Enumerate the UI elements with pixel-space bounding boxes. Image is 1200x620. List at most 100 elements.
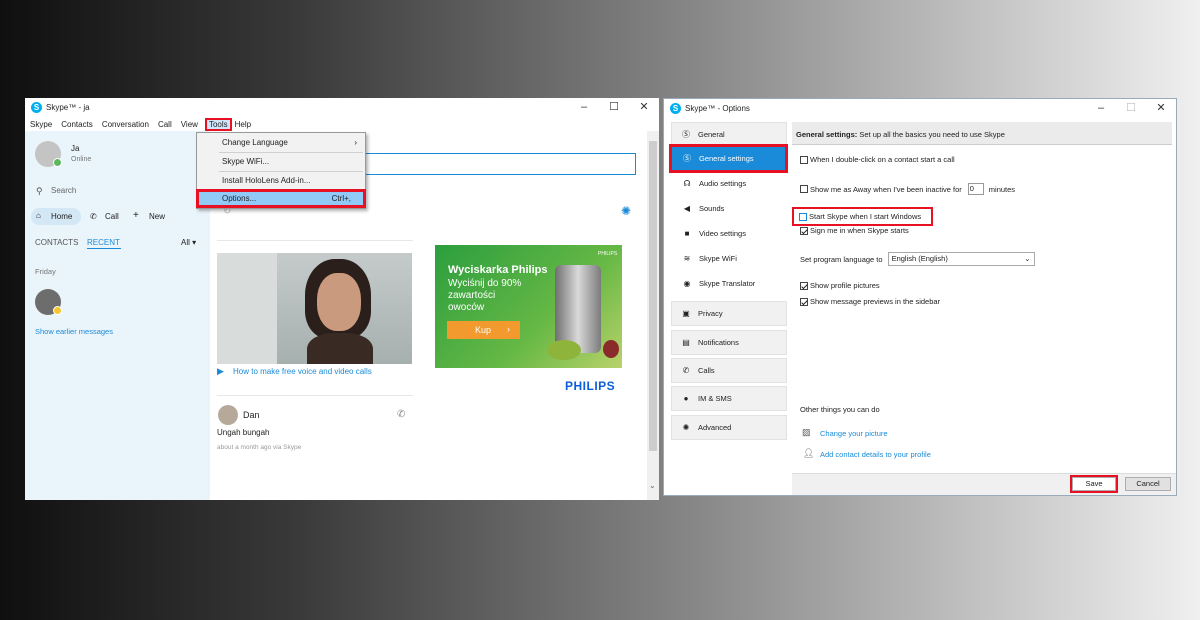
nav-privacy[interactable]: ▣ Privacy: [671, 301, 787, 326]
nav-calls[interactable]: ✆ Calls: [671, 358, 787, 383]
menu-call[interactable]: Call: [158, 120, 172, 129]
nav-label: Privacy: [698, 309, 723, 318]
skype-logo-icon: Ⓢ: [683, 154, 691, 163]
language-label: Set program language to: [800, 254, 883, 264]
nav-label: IM & SMS: [698, 394, 732, 403]
filter-dropdown[interactable]: All ▾: [181, 238, 196, 247]
language-row: Set program language to English (English…: [800, 252, 1035, 266]
phone-icon[interactable]: ✆: [397, 409, 405, 420]
checkbox-checked[interactable]: [800, 226, 808, 235]
language-value: English (English): [891, 254, 948, 263]
checkbox-checked[interactable]: [800, 297, 808, 306]
show-earlier-link[interactable]: Show earlier messages: [35, 327, 113, 336]
menu-skype[interactable]: Skype: [30, 120, 52, 129]
user-name[interactable]: Ja: [71, 144, 79, 153]
maximize-icon[interactable]: ☐: [599, 98, 629, 117]
scrollbar-thumb[interactable]: [649, 141, 657, 451]
menu-item-change-language[interactable]: Change Language ›: [197, 134, 365, 151]
menu-conversation[interactable]: Conversation: [102, 120, 149, 129]
nav-im-sms[interactable]: ● IM & SMS: [671, 386, 787, 411]
option-start-with-windows[interactable]: Start Skype when I start Windows: [792, 207, 933, 226]
tab-contacts[interactable]: CONTACTS: [35, 238, 78, 247]
menu-tools[interactable]: Tools: [204, 117, 232, 131]
ad-line-3: owoców: [448, 302, 485, 313]
options-title-bar: S Skype™ - Options – ☐ ✕: [664, 99, 1176, 118]
submenu-arrow-icon: ›: [354, 138, 357, 147]
gear-icon[interactable]: ✺: [621, 204, 631, 218]
person-icon: 👤︎: [803, 448, 815, 458]
ad-buy-label: Kup: [475, 325, 492, 335]
option-label: When I double-click on a contact start a…: [810, 155, 955, 164]
advertisement-banner[interactable]: Wyciskarka Philips Wyciśnij do 90% zawar…: [435, 245, 622, 368]
new-button[interactable]: New: [149, 212, 165, 221]
option-label: Show message previews in the sidebar: [810, 297, 941, 306]
ad-berry-image: [603, 340, 619, 358]
option-profile-pictures[interactable]: Show profile pictures: [800, 281, 880, 290]
cancel-button[interactable]: Cancel: [1125, 477, 1171, 491]
checkbox-checked[interactable]: [800, 281, 808, 290]
play-icon[interactable]: ▶: [217, 366, 224, 377]
option-label: Show me as Away when I've been inactive …: [810, 184, 962, 194]
search-input[interactable]: Search: [51, 186, 76, 195]
language-select[interactable]: English (English) ⌄: [887, 252, 1035, 266]
checkbox[interactable]: [800, 155, 808, 164]
call-button[interactable]: Call: [105, 212, 119, 221]
nav-sounds[interactable]: ◀ Sounds: [671, 196, 787, 221]
nav-advanced[interactable]: ✺ Advanced: [671, 415, 787, 440]
home-button[interactable]: ⌂ Home: [31, 208, 81, 225]
menu-help[interactable]: Help: [235, 120, 251, 129]
minimize-icon[interactable]: –: [569, 98, 599, 117]
nav-general[interactable]: Ⓢ General: [671, 122, 787, 147]
day-label: Friday: [35, 267, 56, 276]
nav-label: Audio settings: [699, 179, 747, 188]
post-avatar[interactable]: [218, 405, 238, 425]
video-thumbnail[interactable]: [217, 253, 412, 364]
scrollbar[interactable]: ⌄: [647, 131, 659, 500]
option-sign-in[interactable]: Sign me in when Skype starts: [800, 226, 909, 235]
skype-logo-icon: S: [31, 102, 42, 113]
change-picture-link[interactable]: Change your picture: [820, 429, 888, 438]
speaker-icon: ◀: [683, 204, 691, 213]
phone-icon: ✆: [682, 366, 690, 375]
mood-input[interactable]: [334, 153, 636, 175]
menu-item-skype-wifi[interactable]: Skype WiFi...: [197, 153, 365, 170]
ad-fruit-image: [547, 340, 581, 360]
ad-line-1: Wyciśnij do 90%: [448, 278, 522, 289]
user-status[interactable]: Online: [71, 156, 91, 163]
post-author[interactable]: Dan: [243, 410, 260, 420]
nav-general-settings[interactable]: Ⓢ General settings: [669, 144, 788, 173]
minimize-icon[interactable]: –: [1086, 99, 1116, 118]
menu-item-hololens[interactable]: Install HoloLens Add-in...: [197, 172, 365, 189]
nav-label: Notifications: [698, 338, 739, 347]
menu-contacts[interactable]: Contacts: [61, 120, 93, 129]
video-link[interactable]: How to make free voice and video calls: [233, 367, 372, 376]
scroll-down-icon[interactable]: ⌄: [649, 481, 656, 490]
menu-item-options[interactable]: Options... Ctrl+,: [196, 189, 366, 208]
nav-audio-settings[interactable]: ☊ Audio settings: [671, 171, 787, 196]
nav-skype-wifi[interactable]: ≋ Skype WiFi: [671, 246, 787, 271]
option-double-click[interactable]: When I double-click on a contact start a…: [800, 155, 955, 164]
nav-video-settings[interactable]: ■ Video settings: [671, 221, 787, 246]
menu-view[interactable]: View: [181, 120, 198, 129]
checkbox[interactable]: [800, 185, 808, 193]
away-minutes-input[interactable]: 0: [967, 183, 984, 195]
tab-recent[interactable]: RECENT: [87, 238, 120, 247]
post-meta: about a month ago via Skype: [217, 444, 302, 451]
close-icon[interactable]: ✕: [1146, 99, 1176, 118]
nav-skype-translator[interactable]: ◉ Skype Translator: [671, 271, 787, 296]
nav-notifications[interactable]: ▤ Notifications: [671, 330, 787, 355]
checkbox[interactable]: [799, 212, 807, 221]
away-status-icon: [53, 306, 62, 315]
nav-label: Sounds: [699, 204, 725, 213]
ad-buy-button[interactable]: Kup ›: [447, 321, 520, 339]
title-bar: S Skype™ - ja – ☐ ✕: [25, 98, 659, 117]
close-icon[interactable]: ✕: [629, 98, 659, 117]
add-contact-details-link[interactable]: Add contact details to your profile: [820, 450, 931, 459]
settings-header: General settings: Set up all the basics …: [792, 122, 1172, 145]
menu-item-label: Options...: [222, 194, 257, 203]
option-message-previews[interactable]: Show message previews in the sidebar: [800, 297, 940, 306]
maximize-icon: ☐: [1126, 102, 1136, 114]
option-away[interactable]: Show me as Away when I've been inactive …: [800, 183, 1015, 195]
options-footer: [792, 473, 1176, 495]
save-button[interactable]: Save: [1070, 475, 1118, 493]
